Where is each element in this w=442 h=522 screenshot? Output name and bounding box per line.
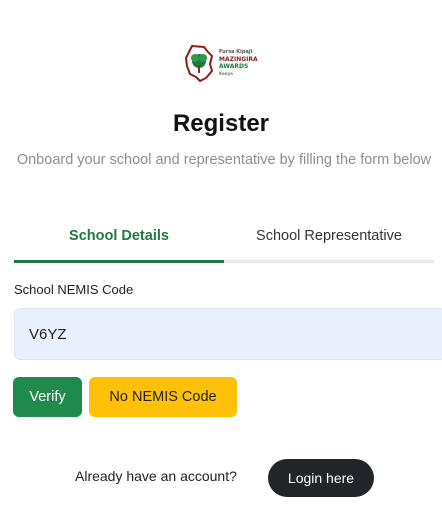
no-nemis-code-button[interactable]: No NEMIS Code [89, 377, 237, 417]
logo-line: AWARDS [219, 63, 249, 70]
tab-school-representative[interactable]: School Representative [224, 218, 434, 260]
page-title: Register [172, 110, 270, 137]
login-button[interactable]: Login here [268, 459, 374, 497]
logo-line: Kenya [219, 71, 233, 76]
page-subtitle: Onboard your school and representative b… [16, 152, 432, 168]
register-tabs: School Details School Representative [14, 218, 434, 263]
kenya-map-icon [184, 44, 214, 82]
tab-school-details[interactable]: School Details [14, 218, 224, 263]
logo-line: MAZINGIRA [219, 56, 258, 63]
logo-wordmark: Fursa Kipaji MAZINGIRA AWARDS Kenya [219, 49, 258, 77]
nemis-code-label: School NEMIS Code [14, 282, 134, 297]
already-have-account-text: Already have an account? [75, 468, 237, 484]
verify-button[interactable]: Verify [13, 377, 82, 417]
brand-logo: Fursa Kipaji MAZINGIRA AWARDS Kenya [184, 40, 258, 86]
nemis-code-input[interactable] [14, 308, 442, 360]
logo-line: Fursa Kipaji [219, 49, 253, 55]
